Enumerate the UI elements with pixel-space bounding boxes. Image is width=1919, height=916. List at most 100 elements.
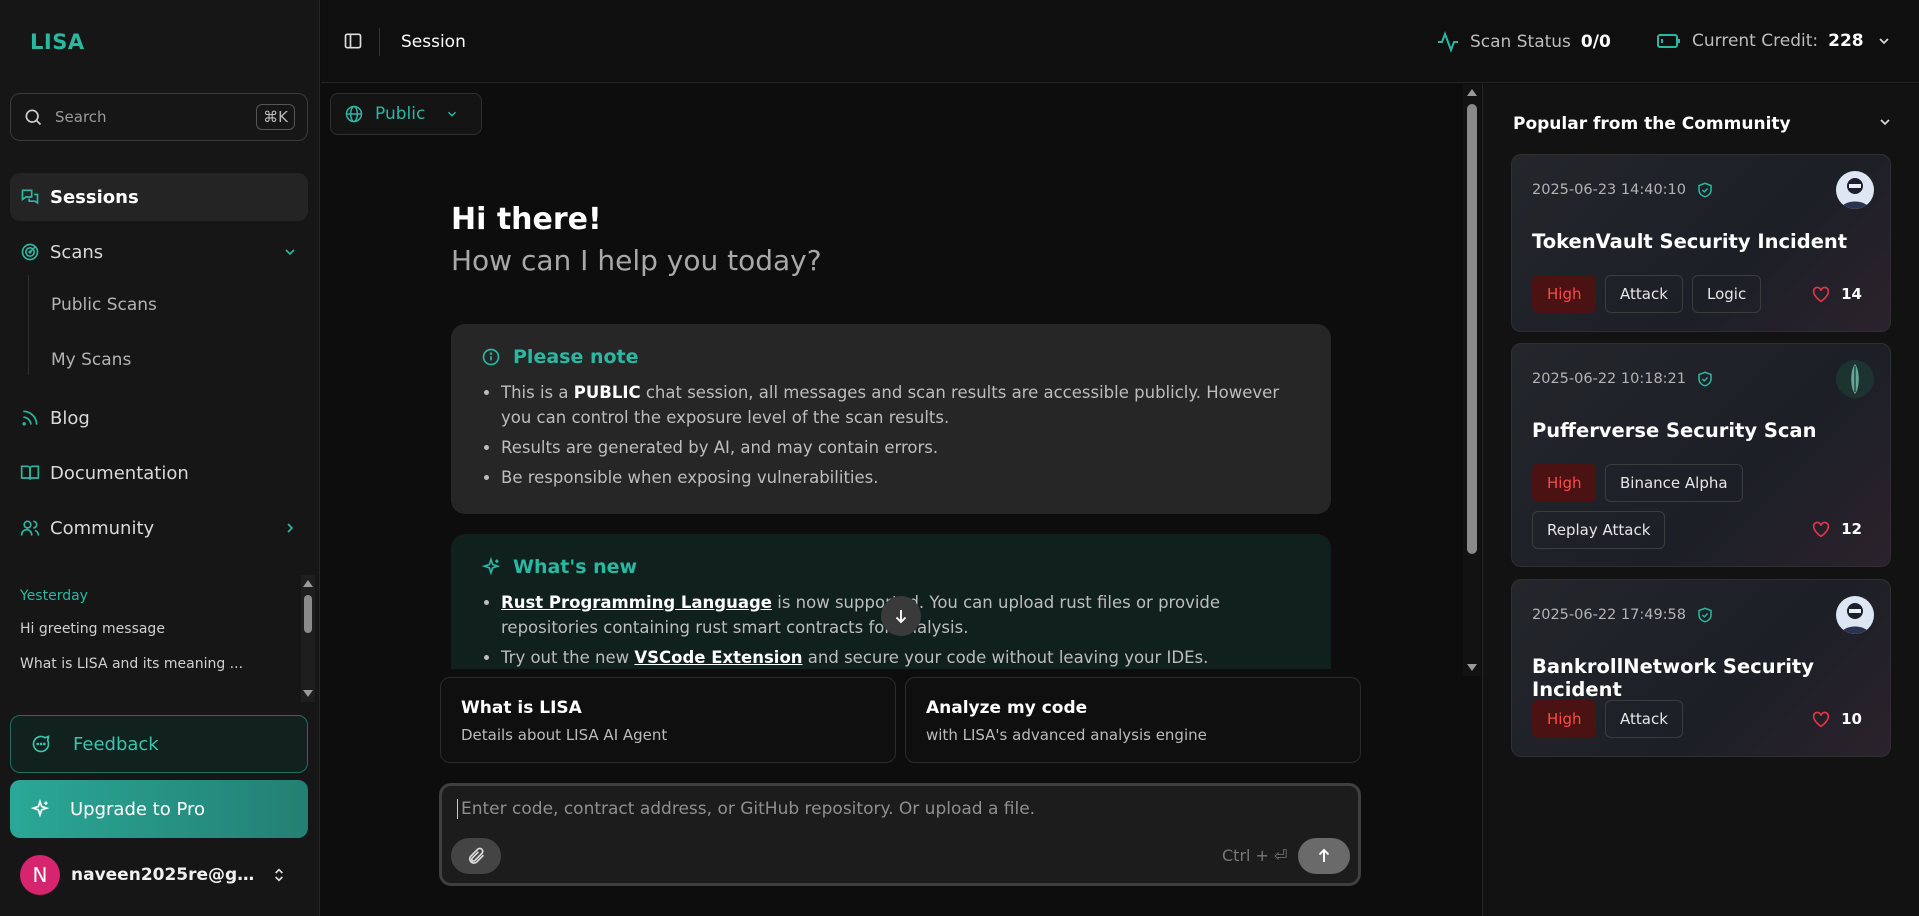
scrollbar-thumb[interactable] [304, 595, 312, 633]
app-logo[interactable]: LISA [30, 30, 85, 54]
paperclip-icon [468, 847, 485, 864]
like-button[interactable]: 14 [1811, 285, 1862, 303]
history-item[interactable]: Hi greeting message [20, 621, 250, 637]
community-card[interactable]: 2025-06-22 10:18:21 Pufferverse Security… [1511, 343, 1891, 567]
sidebar-item-blog[interactable]: Blog [10, 394, 308, 442]
greeting-heading: Hi there! [451, 202, 602, 237]
community-panel-title: Popular from the Community [1513, 114, 1791, 134]
header-divider [379, 28, 380, 56]
visibility-value: Public [375, 104, 426, 124]
chevron-down-icon [448, 111, 457, 117]
message-input[interactable]: Enter code, contract address, or GitHub … [439, 783, 1361, 886]
shield-check-icon [1698, 371, 1712, 387]
book-icon [20, 465, 40, 480]
chevron-down-icon[interactable] [282, 244, 298, 260]
severity-badge: High [1532, 700, 1597, 738]
scroll-down-icon[interactable] [301, 686, 315, 700]
chevron-down-icon[interactable] [1876, 33, 1892, 49]
suggestion-title: What is LISA [461, 698, 582, 718]
sidebar-item-my-scans[interactable]: My Scans [51, 350, 131, 370]
note-card: Please note This is a PUBLIC chat sessio… [451, 324, 1331, 514]
card-title: TokenVault Security Incident [1532, 230, 1848, 253]
chat-scrollbar[interactable] [1463, 84, 1481, 676]
like-count: 12 [1841, 520, 1862, 538]
scroll-down-icon[interactable] [1463, 660, 1481, 674]
heart-icon [1812, 711, 1830, 728]
credit-menu[interactable]: Current Credit: 228 [1656, 30, 1892, 52]
upgrade-button[interactable]: Upgrade to Pro [10, 780, 308, 838]
suggestion-desc: Details about LISA AI Agent [461, 726, 668, 744]
scroll-up-icon[interactable] [1463, 86, 1481, 100]
card-date: 2025-06-23 14:40:10 [1532, 181, 1714, 199]
scroll-up-icon[interactable] [301, 577, 315, 591]
upgrade-label: Upgrade to Pro [70, 798, 206, 820]
chevron-right-icon[interactable] [282, 520, 298, 536]
community-card[interactable]: 2025-06-23 14:40:10 TokenVault Security … [1511, 154, 1891, 332]
history-group-label: Yesterday [20, 588, 88, 604]
send-shortcut: Ctrl + ⏎ [1222, 846, 1288, 865]
arrow-down-icon [895, 610, 907, 624]
chevrons-up-down-icon[interactable] [271, 866, 287, 884]
avatar: N [20, 855, 60, 895]
avatar [1836, 360, 1874, 398]
vscode-extension-link[interactable]: VSCode Extension [634, 648, 802, 667]
rss-icon [22, 410, 38, 426]
attach-button[interactable] [451, 838, 501, 874]
sparkles-icon [481, 557, 501, 576]
feedback-button[interactable]: Feedback [10, 715, 308, 773]
radar-icon [21, 243, 39, 261]
feedback-label: Feedback [73, 733, 159, 755]
like-button[interactable]: 10 [1811, 710, 1862, 728]
history-scrollbar[interactable] [301, 575, 315, 702]
card-date: 2025-06-22 10:18:21 [1532, 370, 1714, 388]
tag: Binance Alpha [1605, 464, 1743, 502]
sidebar-item-public-scans[interactable]: Public Scans [51, 295, 157, 315]
chevron-down-icon[interactable] [1877, 114, 1893, 130]
scrollbar-thumb[interactable] [1467, 104, 1477, 554]
like-button[interactable]: 12 [1811, 520, 1862, 538]
tag: Logic [1692, 275, 1762, 313]
visibility-select[interactable]: Public [330, 93, 482, 135]
list-item: This is a PUBLIC chat session, all messa… [501, 380, 1301, 430]
scan-status: Scan Status 0/0 [1436, 30, 1611, 54]
suggestion-analyze-code[interactable]: Analyze my code with LISA's advanced ana… [905, 677, 1361, 763]
scan-status-value: 0/0 [1580, 32, 1611, 52]
sidebar-toggle-icon[interactable] [343, 31, 363, 51]
send-button[interactable] [1298, 838, 1350, 874]
search-placeholder: Search [55, 108, 107, 126]
info-icon [482, 348, 500, 366]
community-panel: Popular from the Community 2025-06-23 14… [1482, 84, 1919, 916]
sidebar: LISA Search ⌘K Sessions Scans Public Sca… [0, 0, 320, 916]
scroll-to-bottom-button[interactable] [881, 596, 921, 636]
battery-icon [1657, 34, 1680, 48]
submenu-divider [28, 275, 29, 375]
rust-link[interactable]: Rust Programming Language [501, 593, 772, 612]
chat-icon [21, 189, 39, 205]
search-icon [25, 109, 42, 126]
sidebar-item-label: Documentation [50, 462, 189, 484]
history-item[interactable]: What is LISA and its meaning ... [20, 656, 250, 672]
page-title: Session [401, 32, 466, 52]
like-count: 14 [1841, 285, 1862, 303]
heart-icon [1812, 521, 1830, 538]
user-menu[interactable]: N naveen2025re@gmail.com [20, 855, 310, 895]
card-date: 2025-06-22 17:49:58 [1532, 606, 1714, 624]
suggestion-what-is-lisa[interactable]: What is LISA Details about LISA AI Agent [440, 677, 896, 763]
sidebar-item-sessions[interactable]: Sessions [10, 173, 308, 221]
sidebar-item-label: Community [50, 517, 155, 539]
arrow-up-icon [1318, 848, 1330, 862]
note-list: This is a PUBLIC chat session, all messa… [481, 380, 1301, 490]
search-shortcut: ⌘K [256, 104, 295, 130]
tag: Replay Attack [1532, 511, 1666, 549]
credit-value: 228 [1828, 31, 1864, 51]
chat-area: Public Hi there! How can I help you toda… [321, 84, 1481, 916]
search-input[interactable]: Search ⌘K [10, 93, 308, 141]
sidebar-item-community[interactable]: Community [10, 504, 308, 552]
sidebar-item-scans[interactable]: Scans [10, 228, 308, 276]
note-title: Please note [481, 346, 1301, 368]
heart-icon [1812, 286, 1830, 303]
sidebar-item-documentation[interactable]: Documentation [10, 449, 308, 497]
users-icon [20, 520, 40, 536]
community-card[interactable]: 2025-06-22 17:49:58 BankrollNetwork Secu… [1511, 579, 1891, 757]
tag: Attack [1605, 275, 1683, 313]
